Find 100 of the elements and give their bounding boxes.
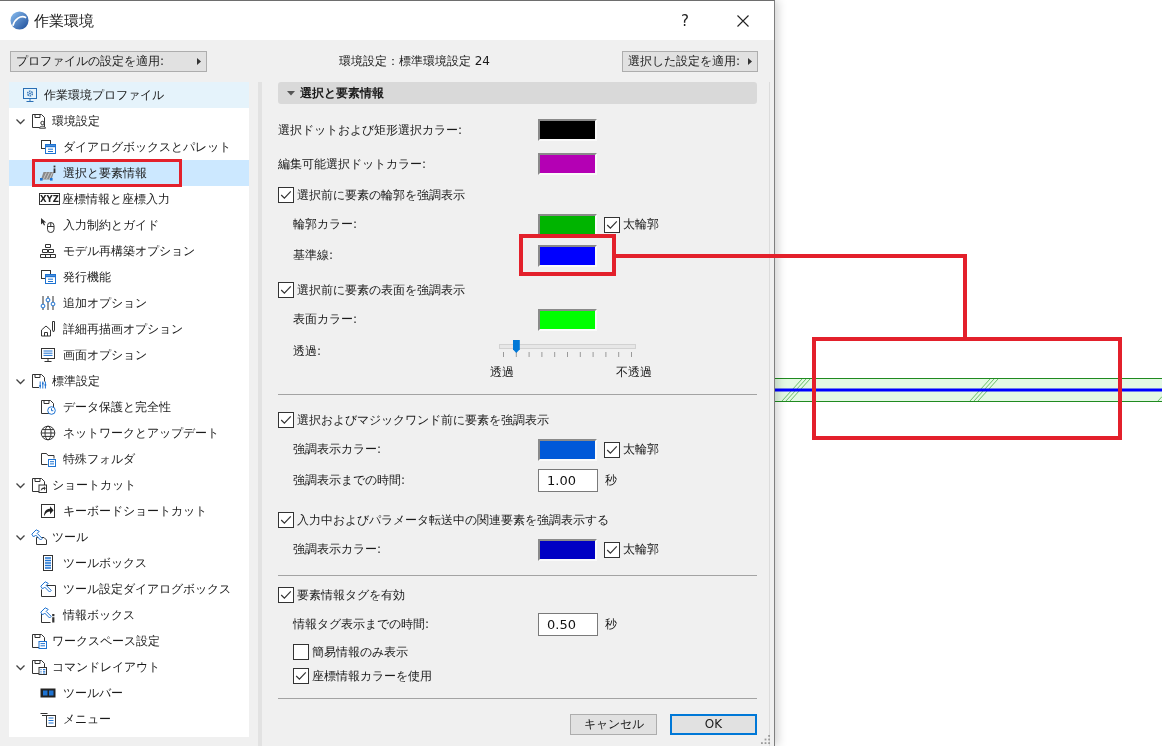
tree-item[interactable]: データ保護と完全性 (9, 394, 249, 420)
color-swatch[interactable] (538, 153, 597, 175)
setting-label: 基準線: (293, 248, 335, 263)
setting-label: 強調表示カラー: (293, 442, 383, 457)
sliders-icon (40, 295, 56, 311)
dialog-button[interactable]: キャンセル (570, 714, 657, 735)
stacked-blocks-icon (40, 243, 56, 259)
checkbox[interactable] (278, 412, 294, 428)
slider-max-label: 不透過 (616, 365, 652, 379)
tree-item[interactable]: メニュー (9, 706, 249, 732)
checkbox[interactable] (278, 282, 294, 298)
section-header[interactable]: 選択と要素情報 (278, 82, 757, 104)
house-pencil-icon (40, 321, 56, 337)
monitor-gear-icon (22, 87, 38, 103)
tree-item[interactable]: 選択と要素情報 (9, 160, 249, 186)
checkbox-label[interactable]: 簡易情報のみ表示 (312, 644, 408, 660)
dialog-button[interactable]: OK (670, 714, 757, 735)
checkbox-label[interactable]: 選択前に要素の輪郭を強調表示 (297, 187, 465, 203)
hammer-window-icon (40, 581, 56, 597)
app-logo-icon (10, 11, 29, 30)
help-button[interactable]: ? (662, 1, 708, 40)
tree-item[interactable]: XYZ 座標情報と座標入力 (9, 186, 249, 212)
tool-column-icon (40, 555, 56, 571)
tree-item[interactable]: ネットワークとアップデート (9, 420, 249, 446)
tree-item[interactable]: ツールボックス (9, 550, 249, 576)
color-swatch[interactable] (538, 308, 597, 331)
tree-item[interactable]: 特殊フォルダ (9, 446, 249, 472)
window-list-icon (40, 269, 56, 285)
disk-arrow-icon (31, 477, 47, 493)
disk-grid-icon (31, 659, 47, 675)
disk-sliders-icon (31, 373, 47, 389)
chevron-down-icon[interactable] (16, 376, 25, 386)
checkbox[interactable] (278, 187, 294, 203)
current-profile-label: 環境設定：標準環境設定 24 (337, 53, 491, 69)
chevron-down-icon[interactable] (16, 532, 25, 542)
checkbox-label[interactable]: 選択およびマジックワンド前に要素を強調表示 (297, 412, 549, 428)
tree-item[interactable]: ショートカット (9, 472, 249, 498)
color-swatch[interactable] (538, 119, 597, 141)
checkbox-label[interactable]: 要素情報タグを有効 (297, 587, 405, 603)
resize-grip-icon[interactable] (761, 735, 770, 744)
tree-item[interactable]: ワークスペース設定 (9, 628, 249, 654)
tree-item[interactable]: コマンドレイアウト (9, 654, 249, 680)
slider-thumb[interactable] (512, 340, 520, 353)
tree-item[interactable]: 作業環境プロファイル (9, 82, 249, 108)
setting-label: 選択ドットおよび矩形選択カラー: (278, 122, 464, 138)
close-icon (737, 14, 749, 27)
disk-list-icon (31, 633, 47, 649)
tree-item[interactable]: ダイアログボックスとパレット (9, 134, 249, 160)
checkbox[interactable] (604, 541, 620, 558)
setting-label: 透過: (293, 344, 323, 359)
tree-item[interactable]: 追加オプション (9, 290, 249, 316)
tree-item[interactable]: モデル再構築オプション (9, 238, 249, 264)
tree-item[interactable]: ツールバー (9, 680, 249, 706)
unit-label: 秒 (605, 473, 617, 488)
tree-item[interactable]: 詳細再描画オプション (9, 316, 249, 342)
folder-list-icon (40, 451, 56, 467)
checkbox-label[interactable]: 太輪郭 (623, 542, 659, 557)
checkbox[interactable] (278, 512, 294, 528)
color-swatch[interactable] (538, 244, 597, 267)
pointer-mouse-icon (40, 217, 56, 233)
checkbox[interactable] (604, 441, 620, 458)
checkbox-label[interactable]: 太輪郭 (623, 442, 659, 457)
checkbox[interactable] (293, 644, 309, 660)
caret-right-icon (197, 57, 201, 65)
color-swatch[interactable] (538, 213, 597, 236)
number-field[interactable]: 1.00 (538, 469, 598, 492)
apply-selected-button[interactable]: 選択した設定を適用: (621, 50, 758, 72)
chevron-down-icon[interactable] (16, 116, 25, 126)
tree-item[interactable]: 標準設定 (9, 368, 249, 394)
chevron-down-icon[interactable] (16, 480, 25, 490)
window-list-icon (40, 139, 56, 155)
tree-item[interactable]: 情報ボックス (9, 602, 249, 628)
color-swatch[interactable] (538, 538, 597, 561)
checkbox-label[interactable]: 入力中およびパラメータ転送中の関連要素を強調表示する (297, 512, 609, 528)
color-swatch[interactable] (538, 438, 597, 461)
setting-label: 情報タグ表示までの時間: (293, 617, 431, 632)
checkbox[interactable] (293, 668, 309, 684)
caret-right-icon (748, 57, 752, 65)
checkbox[interactable] (604, 216, 620, 233)
menu-list-icon (40, 711, 56, 727)
chevron-down-icon[interactable] (16, 662, 25, 672)
tree-item[interactable]: キーボードショートカット (9, 498, 249, 524)
hammer-disk-icon (31, 529, 47, 545)
globe-icon (40, 425, 56, 441)
checkbox-label[interactable]: 太輪郭 (623, 217, 659, 232)
checkbox-label[interactable]: 選択前に要素の表面を強調表示 (297, 282, 465, 298)
xyz-box-icon: XYZ (39, 191, 60, 207)
tree-item[interactable]: 画面オプション (9, 342, 249, 368)
tree-item[interactable]: 発行機能 (9, 264, 249, 290)
tree-item[interactable]: ツール (9, 524, 249, 550)
apply-profile-button[interactable]: プロファイルの設定を適用: (10, 50, 207, 72)
setting-label: 表面カラー: (293, 312, 359, 327)
checkbox[interactable] (278, 587, 294, 603)
checkbox-label[interactable]: 座標情報カラーを使用 (312, 668, 432, 684)
hammer-info-icon (40, 607, 56, 623)
tree-item[interactable]: ツール設定ダイアログボックス (9, 576, 249, 602)
monitor-icon (40, 347, 56, 363)
number-field[interactable]: 0.50 (538, 613, 598, 636)
tree-item[interactable]: 環境設定 (9, 108, 249, 134)
tree-item[interactable]: 入力制約とガイド (9, 212, 249, 238)
